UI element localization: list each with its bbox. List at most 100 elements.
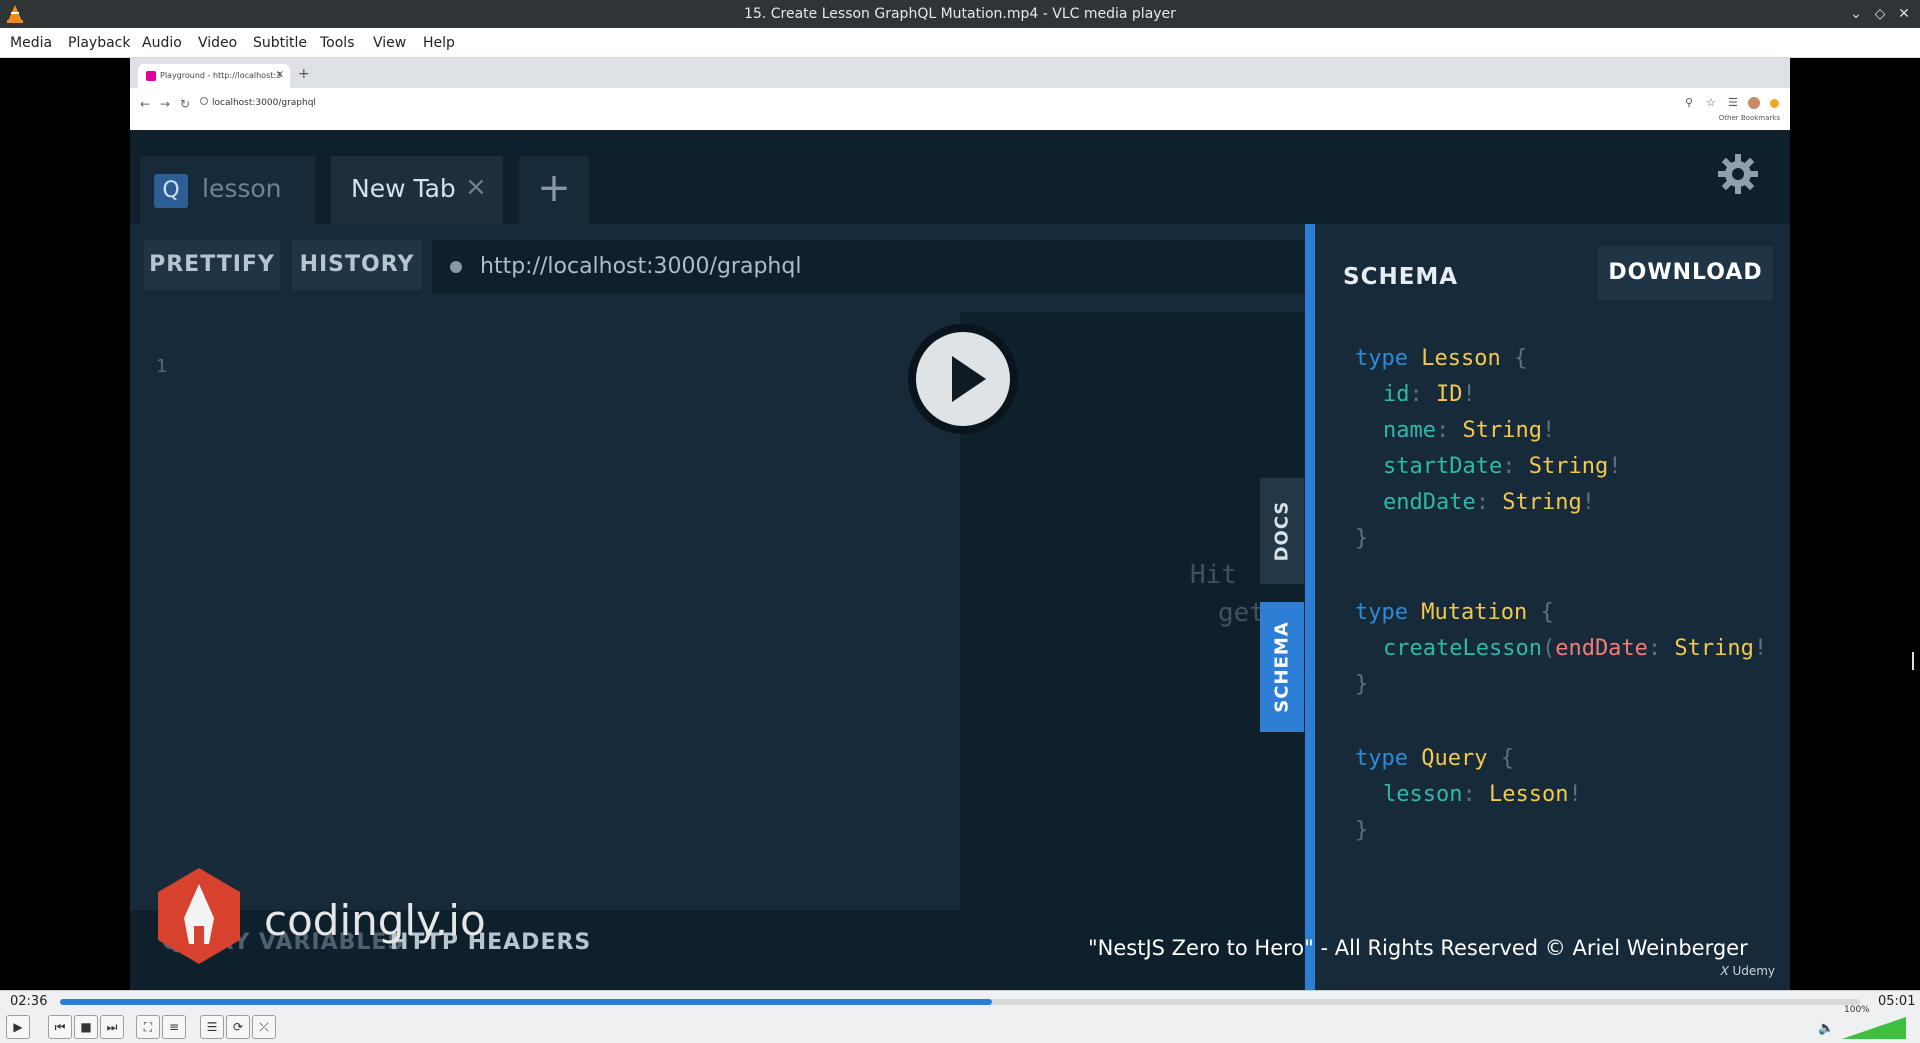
code-colon: : xyxy=(1462,782,1476,807)
close-icon[interactable]: ✕ xyxy=(1894,4,1914,24)
playground-tabs: Q lesson New Tab × + xyxy=(130,130,1790,224)
code-keyword: type xyxy=(1355,600,1408,625)
code-field: id xyxy=(1383,382,1410,407)
endpoint-status-icon xyxy=(450,261,462,273)
code-line: type Lesson { xyxy=(1355,346,1527,371)
playlist-icon[interactable]: ☰ xyxy=(200,1015,224,1039)
title-bar: 15. Create Lesson GraphQL Mutation.mp4 -… xyxy=(0,0,1920,28)
forward-icon: → xyxy=(160,97,171,111)
browser-tab-close-icon: × xyxy=(275,69,284,80)
query-editor: 1 xyxy=(130,312,960,910)
endpoint-url: http://localhost:3000/graphql xyxy=(480,254,802,279)
code-brace: { xyxy=(1513,346,1528,371)
codingly-watermark: codingly.io xyxy=(154,866,486,970)
history-button: HISTORY xyxy=(292,240,422,290)
schema-title: SCHEMA xyxy=(1343,264,1459,290)
code-keyword: type xyxy=(1355,746,1408,771)
docs-tab-label: DOCS xyxy=(1271,500,1293,562)
code-field: endDate xyxy=(1383,490,1476,515)
code-line: name: String! xyxy=(1383,418,1555,443)
reload-icon: ↻ xyxy=(180,97,191,111)
code-brace: } xyxy=(1355,818,1369,843)
play-button[interactable]: ▶ xyxy=(6,1015,30,1039)
tab-close-icon: × xyxy=(465,172,487,202)
udemy-text: Udemy xyxy=(1732,964,1776,978)
code-line: type Query { xyxy=(1355,746,1514,771)
code-line: type Mutation { xyxy=(1355,600,1554,625)
gear-icon xyxy=(1718,154,1758,194)
playground-toolbar: PRETTIFY HISTORY http://localhost:3000/g… xyxy=(130,224,1308,312)
code-bang: ! xyxy=(1462,382,1476,407)
seek-bar[interactable] xyxy=(60,999,1860,1005)
code-line: endDate: String! xyxy=(1383,490,1595,515)
browser-url: localhost:3000/graphql xyxy=(200,93,1620,113)
fullscreen-icon[interactable]: ⛶ xyxy=(136,1015,160,1039)
codingly-logo-icon xyxy=(158,868,240,964)
code-bang: ! xyxy=(1608,454,1622,479)
code-colon: : xyxy=(1409,382,1423,407)
code-field-type: ID xyxy=(1436,382,1463,407)
schema-tab-label: SCHEMA xyxy=(1271,621,1293,713)
code-paren: ( xyxy=(1541,636,1556,661)
menu-video[interactable]: Video xyxy=(198,35,237,51)
minimize-icon[interactable]: ⌄ xyxy=(1846,4,1866,24)
code-brace: { xyxy=(1540,600,1554,625)
query-badge: Q xyxy=(154,174,188,208)
menu-tools[interactable]: Tools xyxy=(320,35,355,51)
code-line: id: ID! xyxy=(1383,382,1476,407)
back-icon: ← xyxy=(140,97,151,111)
window-title: 15. Create Lesson GraphQL Mutation.mp4 -… xyxy=(744,6,1176,22)
code-type-name: Lesson xyxy=(1421,346,1501,371)
code-brace: } xyxy=(1355,526,1369,551)
total-time: 05:01 xyxy=(1878,994,1916,1009)
tab-lesson: Q lesson xyxy=(140,156,315,224)
code-field-type: String xyxy=(1528,454,1609,479)
update-badge-icon xyxy=(1770,99,1779,108)
result-hint-line2: get xyxy=(1218,598,1265,628)
menu-bar: Media Playback Audio Video Subtitle Tool… xyxy=(0,28,1920,58)
previous-icon[interactable]: ⏮ xyxy=(48,1015,72,1039)
code-bang: ! xyxy=(1753,636,1768,661)
zoom-icon: ⚲ xyxy=(1685,96,1694,109)
code-field-type: String xyxy=(1462,418,1542,443)
code-keyword: type xyxy=(1355,346,1408,371)
next-icon[interactable]: ⏭ xyxy=(100,1015,124,1039)
profile-avatar xyxy=(1748,97,1760,109)
browser-new-tab-icon: + xyxy=(298,66,310,82)
volume-slider[interactable] xyxy=(1842,1017,1906,1039)
video-area[interactable]: Playground - http://localhost:3 × + ← → … xyxy=(0,58,1920,990)
play-circle xyxy=(916,332,1010,426)
menu-audio[interactable]: Audio xyxy=(142,35,182,51)
code-bang: ! xyxy=(1541,418,1556,443)
restore-icon[interactable]: ◇ xyxy=(1870,4,1890,24)
menu-media[interactable]: Media xyxy=(10,35,52,51)
code-argument: endDate xyxy=(1555,636,1648,661)
menu-help[interactable]: Help xyxy=(423,35,455,51)
code-field: startDate xyxy=(1383,454,1503,479)
extended-settings-icon[interactable]: ≡ xyxy=(162,1015,186,1039)
loop-icon[interactable]: ⟳ xyxy=(226,1015,250,1039)
code-type-name: Mutation xyxy=(1421,600,1528,625)
shuffle-icon[interactable]: ⤫ xyxy=(252,1015,276,1039)
info-icon xyxy=(200,97,208,105)
play-icon xyxy=(952,356,986,402)
browser-tabstrip: Playground - http://localhost:3 × + xyxy=(130,58,1790,88)
schema-panel: SCHEMA DOWNLOAD type Lesson { id: ID! na… xyxy=(1315,224,1790,990)
menu-playback[interactable]: Playback xyxy=(68,35,130,51)
code-line: startDate: String! xyxy=(1383,454,1621,479)
menu-subtitle[interactable]: Subtitle xyxy=(253,35,307,51)
codingly-brand: codingly.io xyxy=(264,896,486,945)
code-bang: ! xyxy=(1568,782,1582,807)
code-colon: : xyxy=(1435,418,1450,443)
code-field: createLesson xyxy=(1383,636,1542,661)
docs-tab: DOCS xyxy=(1260,478,1304,584)
video-play-overlay-button[interactable] xyxy=(908,324,1018,434)
extension-icon: ☰ xyxy=(1728,96,1738,109)
seek-progress xyxy=(60,999,993,1005)
graphql-favicon-icon xyxy=(146,71,156,81)
tab-lesson-label: lesson xyxy=(202,174,282,203)
code-brace: { xyxy=(1500,746,1514,771)
menu-view[interactable]: View xyxy=(373,35,406,51)
stop-icon[interactable]: ■ xyxy=(74,1015,98,1039)
speaker-icon[interactable]: 🔈 xyxy=(1818,1021,1834,1036)
